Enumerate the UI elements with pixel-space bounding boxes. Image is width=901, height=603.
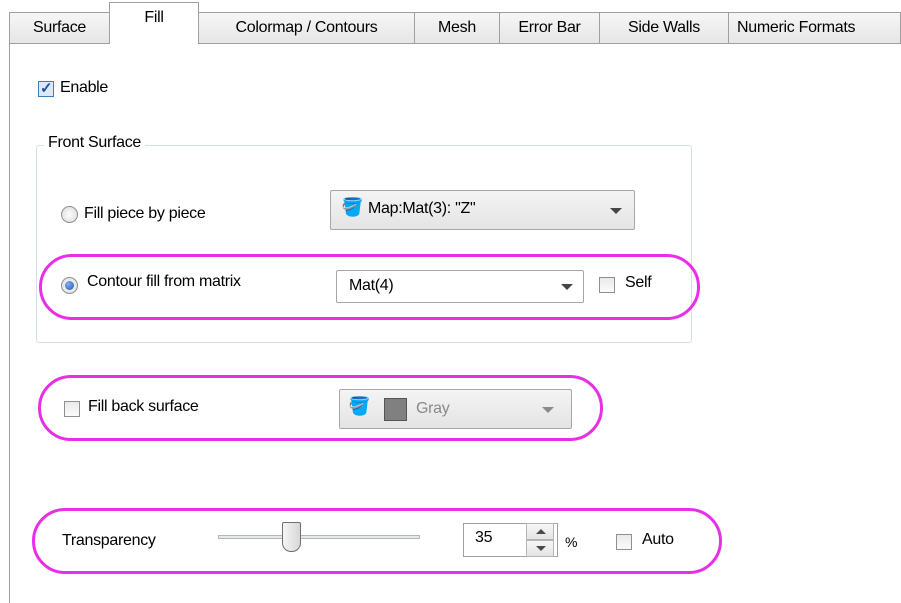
tab-numeric-formats[interactable]: Numeric Formats bbox=[728, 12, 901, 43]
highlight-transparency bbox=[32, 508, 722, 574]
fill-piece-label: Fill piece by piece bbox=[84, 205, 206, 222]
tab-colormap-contours[interactable]: Colormap / Contours bbox=[198, 12, 415, 43]
fill-piece-dropdown[interactable]: 🪣 Map:Mat(3): "Z" bbox=[330, 190, 635, 230]
fill-piece-radio[interactable] bbox=[61, 206, 78, 223]
paint-bucket-icon: 🪣 bbox=[341, 197, 364, 217]
front-surface-title: Front Surface bbox=[44, 134, 146, 152]
tab-fill[interactable]: Fill bbox=[109, 2, 199, 44]
check-icon: ✓ bbox=[40, 80, 53, 97]
fill-piece-dropdown-value: Map:Mat(3): "Z" bbox=[368, 200, 476, 217]
tab-side-walls[interactable]: Side Walls bbox=[599, 12, 729, 43]
tab-bar: Surface Fill Colormap / Contours Mesh Er… bbox=[0, 0, 901, 44]
tab-error-bar[interactable]: Error Bar bbox=[499, 12, 600, 43]
enable-checkbox[interactable]: ✓ bbox=[38, 80, 54, 97]
tab-mesh[interactable]: Mesh bbox=[414, 12, 500, 43]
highlight-fill-back bbox=[38, 375, 603, 441]
enable-label: Enable bbox=[60, 79, 109, 96]
highlight-contour-fill bbox=[39, 254, 700, 320]
chevron-down-icon bbox=[610, 208, 622, 214]
tab-surface[interactable]: Surface bbox=[9, 12, 110, 43]
